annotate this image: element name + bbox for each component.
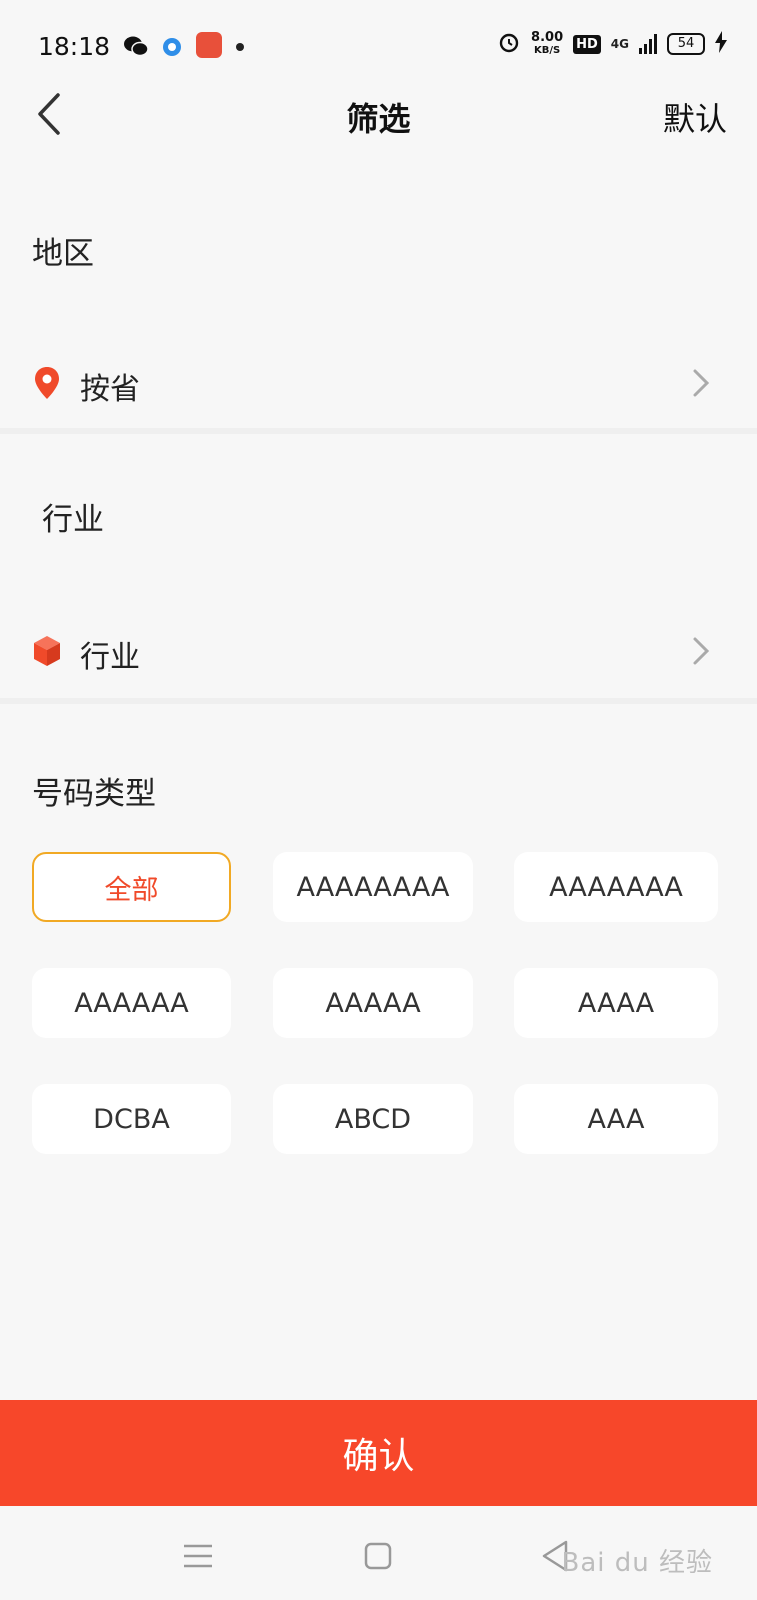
cube-icon (32, 634, 62, 668)
province-row-label: 按省 (80, 372, 140, 407)
industry-selector-row[interactable]: 行业 (0, 606, 757, 696)
status-bar: 18:18 8.00 KB/S HD 4G 54 (0, 0, 757, 92)
number-type-section-title: 号码类型 (32, 776, 156, 812)
status-indicators: 8.00 KB/S HD 4G 54 (497, 30, 727, 58)
section-divider (0, 428, 757, 434)
alarm-icon (497, 30, 521, 58)
confirm-button[interactable]: 确认 (0, 1400, 757, 1506)
industry-section-title: 行业 (42, 502, 104, 538)
number-type-option[interactable]: AAAAAAA (514, 852, 718, 922)
app-badge-icon (196, 32, 222, 58)
system-nav-bar: Bai du 经验 (0, 1506, 757, 1600)
number-type-option[interactable]: AAAAA (273, 968, 473, 1038)
battery-icon: 54 (667, 33, 705, 55)
header: 筛选 默认 (0, 92, 757, 174)
chevron-right-icon (691, 636, 711, 666)
default-button[interactable]: 默认 (663, 94, 727, 140)
more-notifications-icon (236, 43, 244, 51)
province-selector-row[interactable]: 按省 (0, 338, 757, 428)
number-type-option[interactable]: AAAAAA (32, 968, 231, 1038)
status-time: 18:18 (38, 32, 111, 61)
network-speed-value: 8.00 (531, 30, 564, 45)
industry-row-label: 行业 (80, 640, 140, 675)
network-speed-unit: KB/S (533, 45, 561, 56)
location-pin-icon (32, 366, 62, 400)
number-type-option[interactable]: AAA (514, 1084, 718, 1154)
charging-icon (715, 31, 727, 57)
signal-icon (639, 34, 657, 54)
chevron-right-icon (691, 368, 711, 398)
home-icon[interactable] (358, 1536, 398, 1576)
region-section-title: 地区 (32, 236, 94, 272)
network-type: 4G (610, 37, 629, 51)
number-type-option[interactable]: AAAA (514, 968, 718, 1038)
number-type-option-all[interactable]: 全部 (32, 852, 231, 922)
baidu-watermark: Bai du 经验 (561, 1548, 713, 1578)
number-type-option[interactable]: ABCD (273, 1084, 473, 1154)
number-type-option[interactable]: DCBA (32, 1084, 231, 1154)
page-title: 筛选 (346, 100, 411, 138)
wechat-icon (123, 34, 149, 58)
menu-icon[interactable] (178, 1536, 218, 1576)
app-notification-icon (163, 38, 181, 56)
hd-badge: HD (573, 34, 601, 54)
network-speed: 8.00 KB/S (531, 31, 563, 57)
section-divider (0, 698, 757, 704)
number-type-option[interactable]: AAAAAAAA (273, 852, 473, 922)
